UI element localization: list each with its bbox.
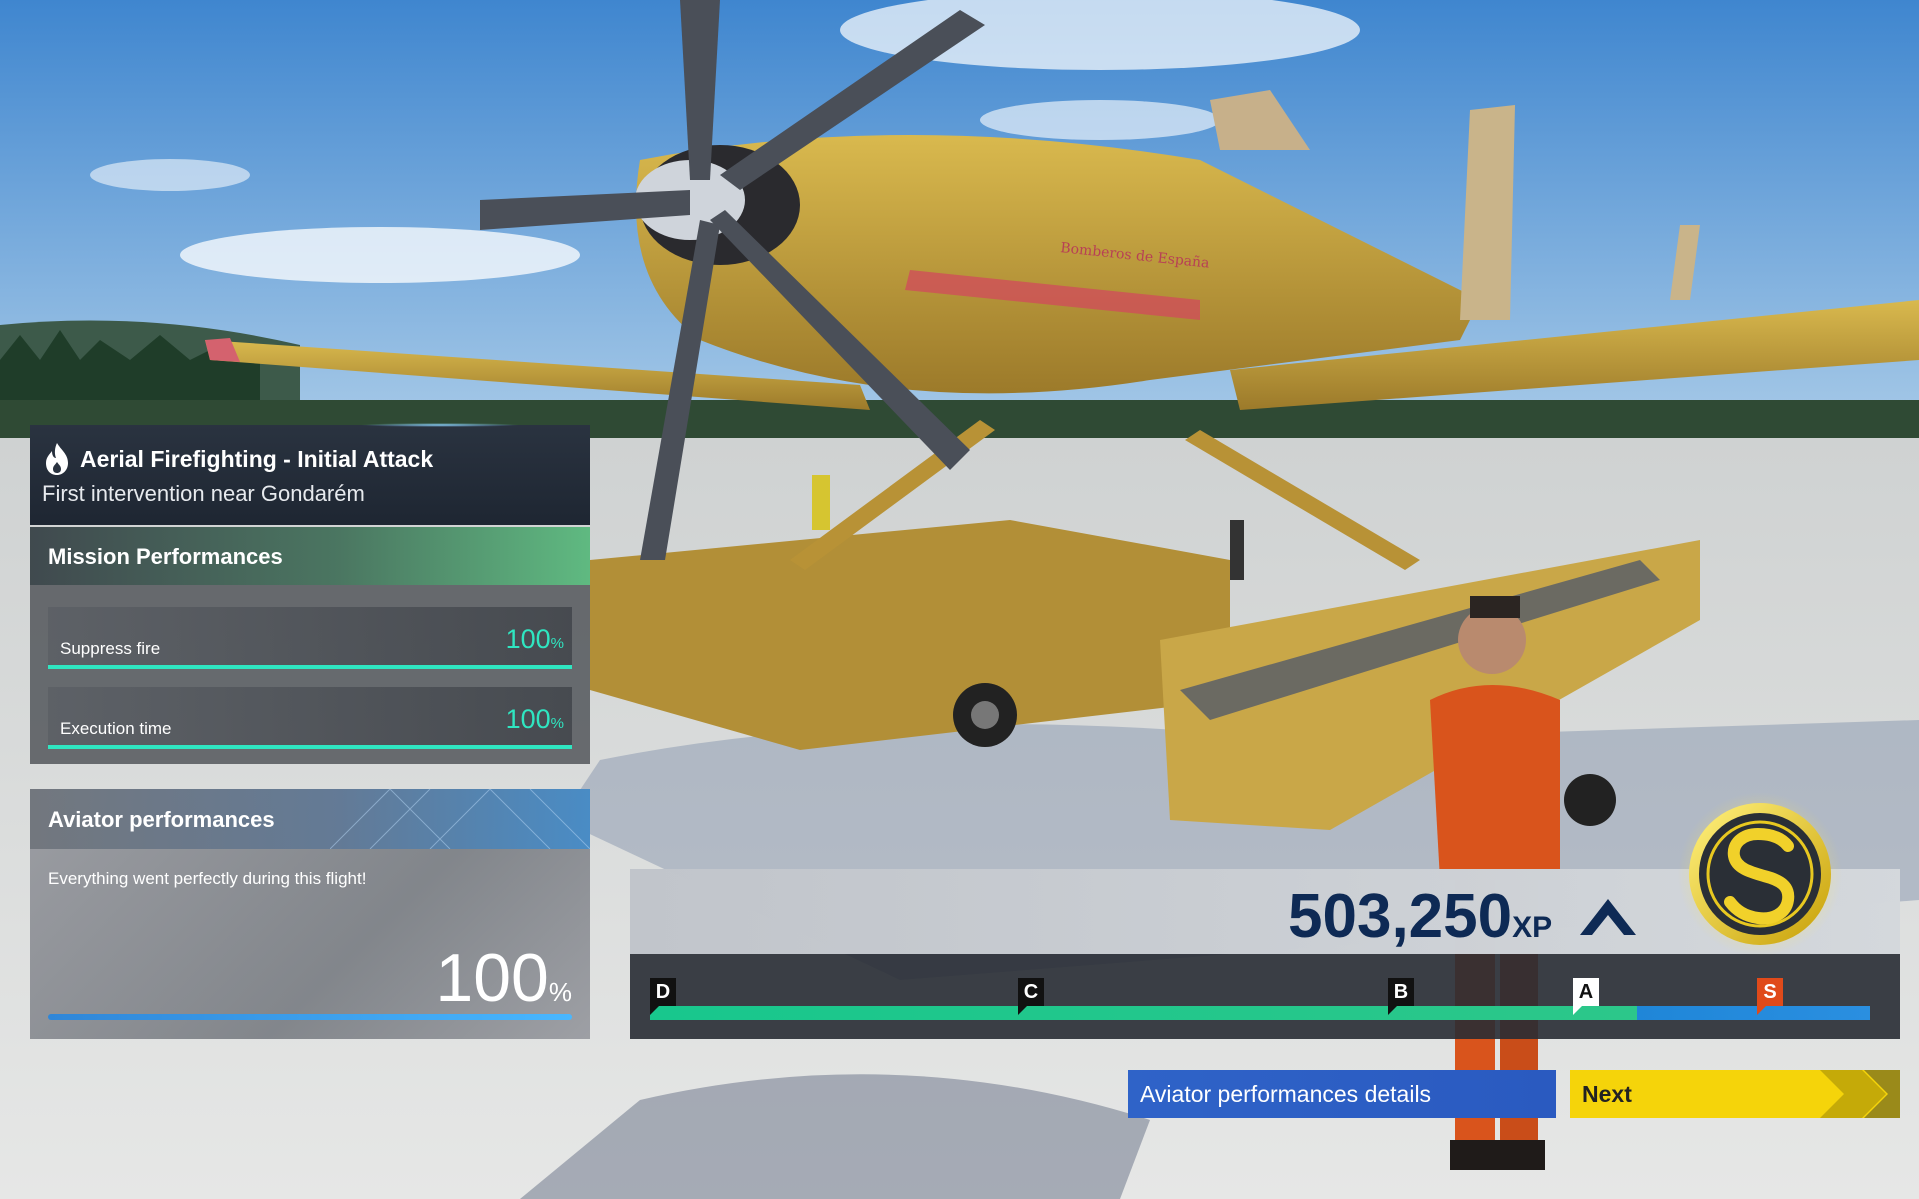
next-button[interactable]: Next — [1570, 1070, 1900, 1118]
stat-progress-bar — [48, 745, 572, 749]
xp-value: 503,250XP — [1288, 882, 1553, 951]
rank-progress-fill-bonus — [1637, 1006, 1870, 1020]
aviator-message: Everything went perfectly during this fl… — [48, 869, 367, 888]
pattern-decoration — [330, 789, 590, 849]
stat-value: 100% — [505, 704, 564, 734]
rank-marker-a: A — [1573, 978, 1599, 1015]
aviator-performances-panel: Aviator performances Everything went per… — [30, 789, 590, 1039]
rank-marker-s: S — [1757, 978, 1783, 1015]
flame-icon — [46, 443, 68, 475]
chevron-up-icon — [1580, 899, 1636, 935]
stat-value: 100% — [505, 624, 564, 654]
stat-row-execution-time: Execution time 100% — [48, 687, 572, 749]
mission-subtitle: First intervention near Gondarém — [42, 481, 365, 506]
next-button-label: Next — [1582, 1080, 1632, 1107]
mission-title: Aerial Firefighting - Initial Attack — [80, 446, 434, 472]
aviator-performances-title: Aviator performances — [48, 807, 275, 832]
rank-marker-d: D — [650, 978, 676, 1015]
stat-row-suppress-fire: Suppress fire 100% — [48, 607, 572, 669]
rank-marker-b: B — [1388, 978, 1414, 1015]
mission-performances-panel: Mission Performances Suppress fire 100% … — [30, 527, 590, 764]
stat-label: Execution time — [60, 719, 172, 738]
mission-performances-header: Mission Performances — [30, 527, 590, 585]
mission-header: Aerial Firefighting - Initial Attack Fir… — [30, 423, 590, 525]
rank-s-badge-icon — [1678, 792, 1842, 956]
aviator-performances-details-button[interactable]: Aviator performances details — [1128, 1070, 1556, 1118]
aviator-performances-header: Aviator performances — [30, 789, 590, 849]
aviator-score: 100% — [435, 940, 572, 1016]
stat-label: Suppress fire — [60, 639, 161, 658]
rank-marker-c: C — [1018, 978, 1044, 1015]
chevron-right-icon — [1820, 1070, 1900, 1118]
rank-progress-fill — [650, 1006, 1637, 1020]
aviator-progress-bar — [48, 1014, 572, 1020]
mission-performances-title: Mission Performances — [48, 544, 283, 569]
stat-progress-bar — [48, 665, 572, 669]
